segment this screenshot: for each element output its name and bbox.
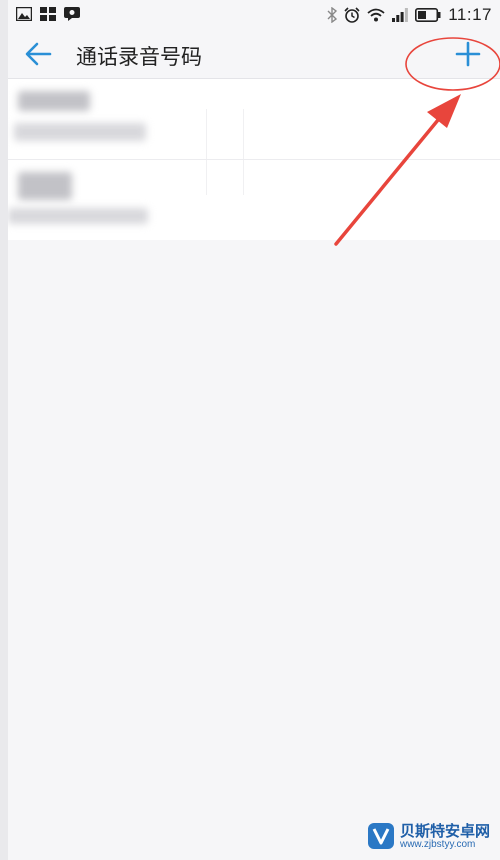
alarm-icon	[344, 7, 360, 23]
status-bar: 11:17	[8, 0, 500, 32]
contact-number-obscured	[8, 208, 148, 224]
apps-icon	[40, 7, 56, 21]
add-button[interactable]	[446, 36, 490, 72]
status-bar-right: 11:17	[327, 5, 492, 25]
contact-number-obscured	[14, 123, 146, 141]
page-title: 通话录音号码	[76, 45, 202, 69]
list-item[interactable]	[8, 79, 500, 195]
battery-icon	[415, 8, 441, 22]
status-time: 11:17	[448, 5, 492, 24]
watermark: 贝斯特安卓网 www.zjbstyy.com	[367, 821, 490, 850]
phone-screen: 11:17 通话录音号码 贝斯特安卓网 www.zjbstyy.com	[8, 0, 500, 860]
back-arrow-icon	[25, 42, 52, 66]
watermark-title: 贝斯特安卓网	[399, 821, 490, 840]
list-item[interactable]	[8, 159, 500, 240]
contact-name-obscured	[18, 172, 72, 200]
watermark-text: 贝斯特安卓网 www.zjbstyy.com	[399, 821, 490, 850]
contact-name-obscured	[18, 91, 90, 111]
back-button[interactable]	[22, 38, 58, 70]
notification-icon	[64, 7, 80, 21]
signal-icon	[392, 8, 409, 22]
watermark-logo-icon	[367, 823, 394, 850]
wifi-icon	[367, 8, 385, 22]
app-header: 通话录音号码	[8, 32, 500, 79]
gallery-icon	[16, 7, 32, 21]
screen-edge	[0, 0, 8, 860]
watermark-url: www.zjbstyy.com	[399, 839, 476, 850]
bluetooth-icon	[327, 7, 338, 23]
plus-icon	[455, 41, 481, 67]
status-bar-left	[16, 7, 80, 21]
number-list	[8, 79, 500, 240]
